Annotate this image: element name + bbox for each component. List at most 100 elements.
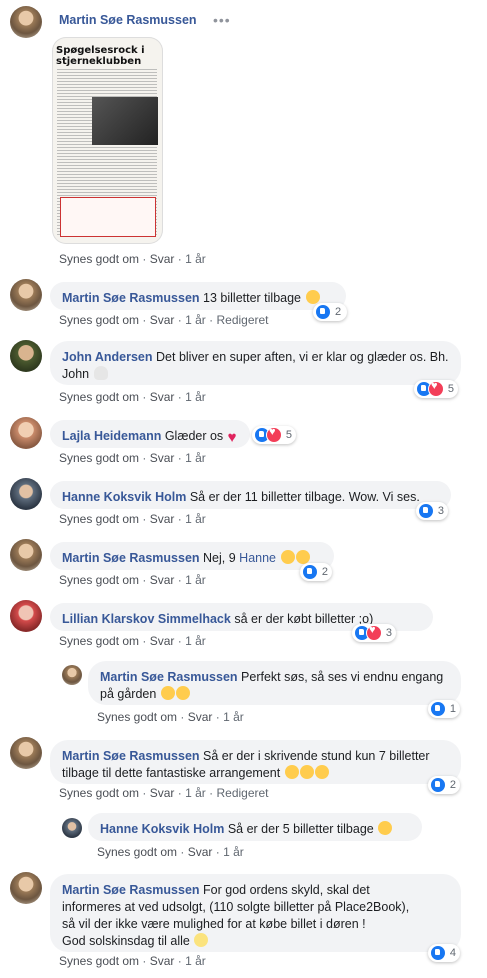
- emoji-icon: [299, 765, 314, 779]
- avatar[interactable]: [10, 279, 42, 311]
- reaction-count: 3: [385, 627, 392, 639]
- like-link[interactable]: Synes godt om: [59, 954, 139, 968]
- like-link[interactable]: Synes godt om: [59, 634, 139, 648]
- reactions-summary[interactable]: 1: [428, 700, 460, 718]
- avatar[interactable]: [10, 6, 42, 38]
- avatar[interactable]: [10, 340, 42, 372]
- timestamp[interactable]: 1 år: [185, 313, 206, 327]
- comment-author[interactable]: Martin Søe Rasmussen: [62, 749, 200, 763]
- comment-actions: Synes godt om · Svar · 1 år: [59, 634, 206, 648]
- more-options-icon[interactable]: •••: [213, 12, 231, 28]
- like-link[interactable]: Synes godt om: [59, 390, 139, 404]
- post-author-name[interactable]: Martin Søe Rasmussen: [59, 13, 197, 27]
- like-link[interactable]: Synes godt om: [59, 573, 139, 587]
- reaction-count: 5: [285, 429, 292, 441]
- timestamp[interactable]: 1 år: [185, 786, 206, 800]
- reply-link[interactable]: Svar: [150, 634, 175, 648]
- comment-actions: Synes godt om · Svar · 1 år: [97, 710, 244, 724]
- comment-actions: Synes godt om · Svar · 1 år · Redigeret: [59, 786, 269, 800]
- comment-author[interactable]: Martin Søe Rasmussen: [62, 291, 200, 305]
- reactions-summary[interactable]: 2: [300, 563, 332, 581]
- comment-text: så er der købt billetter ;o): [234, 612, 374, 626]
- edited-label[interactable]: Redigeret: [216, 786, 268, 800]
- love-reaction-icon: [265, 426, 282, 443]
- reply-link[interactable]: Svar: [150, 451, 175, 465]
- comment-actions: Synes godt om · Svar · 1 år: [59, 954, 206, 968]
- timestamp[interactable]: 1 år: [185, 451, 206, 465]
- comment-actions: Synes godt om · Svar · 1 år: [97, 845, 244, 859]
- emoji-icon: [314, 765, 329, 779]
- avatar[interactable]: [10, 417, 42, 449]
- comment-bubble: Martin Søe Rasmussen Nej, 9 Hanne: [50, 542, 334, 570]
- avatar[interactable]: [10, 737, 42, 769]
- clipping-headline: Spøgelsesrock i stjerneklubben: [56, 45, 145, 67]
- edited-label[interactable]: Redigeret: [216, 313, 268, 327]
- timestamp[interactable]: 1 år: [185, 954, 206, 968]
- mention-link[interactable]: Hanne: [239, 551, 276, 565]
- like-link[interactable]: Synes godt om: [59, 252, 139, 266]
- comment-text-line: så vil der ikke være mulighed for at køb…: [62, 917, 366, 931]
- reactions-summary[interactable]: 2: [313, 303, 347, 321]
- like-reaction-icon: [315, 304, 331, 320]
- like-link[interactable]: Synes godt om: [97, 710, 177, 724]
- emoji-icon: [160, 686, 175, 700]
- reaction-count: 2: [321, 566, 328, 578]
- comment-author[interactable]: John Andersen: [62, 350, 153, 364]
- reply-link[interactable]: Svar: [150, 786, 175, 800]
- avatar[interactable]: [62, 665, 82, 685]
- comment-actions: Synes godt om · Svar · 1 år: [59, 451, 206, 465]
- reply-link[interactable]: Svar: [188, 845, 213, 859]
- timestamp[interactable]: 1 år: [185, 634, 206, 648]
- comment-author[interactable]: Hanne Koksvik Holm: [100, 822, 224, 836]
- avatar[interactable]: [62, 818, 82, 838]
- ghost-emoji-icon: [93, 366, 108, 380]
- reactions-summary[interactable]: 5: [252, 426, 296, 444]
- comment-author[interactable]: Hanne Koksvik Holm: [62, 490, 186, 504]
- avatar[interactable]: [10, 478, 42, 510]
- comment-author[interactable]: Lajla Heidemann: [62, 429, 161, 443]
- heart-emoji-icon: ♥: [227, 429, 237, 446]
- clipping-fact-box: [60, 197, 156, 237]
- reactions-summary[interactable]: 2: [428, 776, 460, 794]
- comment-text: Så er der 11 billetter tilbage. Wow. Vi …: [189, 490, 420, 504]
- reaction-count: 2: [449, 779, 456, 791]
- reactions-summary[interactable]: 5: [414, 380, 458, 398]
- timestamp[interactable]: 1 år: [223, 710, 244, 724]
- comment-actions: Synes godt om · Svar · 1 år: [59, 390, 206, 404]
- newspaper-clipping-image[interactable]: Spøgelsesrock i stjerneklubben: [52, 37, 163, 244]
- timestamp[interactable]: 1 år: [223, 845, 244, 859]
- reactions-summary[interactable]: 3: [416, 502, 448, 520]
- comment-author[interactable]: Lillian Klarskov Simmelhack: [62, 612, 231, 626]
- reply-link[interactable]: Svar: [150, 512, 175, 526]
- avatar[interactable]: [10, 872, 42, 904]
- reply-link[interactable]: Svar: [150, 573, 175, 587]
- timestamp[interactable]: 1 år: [185, 512, 206, 526]
- like-reaction-icon: [430, 945, 446, 961]
- avatar[interactable]: [10, 600, 42, 632]
- reactions-summary[interactable]: 4: [428, 944, 460, 962]
- timestamp[interactable]: 1 år: [185, 573, 206, 587]
- comment-author[interactable]: Martin Søe Rasmussen: [100, 670, 238, 684]
- reply-link[interactable]: Svar: [150, 954, 175, 968]
- like-link[interactable]: Synes godt om: [97, 845, 177, 859]
- comment-text: Glæder os: [164, 429, 224, 443]
- reactions-summary[interactable]: 3: [352, 624, 396, 642]
- reaction-count: 1: [449, 703, 456, 715]
- like-link[interactable]: Synes godt om: [59, 451, 139, 465]
- like-link[interactable]: Synes godt om: [59, 313, 139, 327]
- reply-link[interactable]: Svar: [150, 252, 175, 266]
- like-reaction-icon: [418, 503, 434, 519]
- comment-text: Så er der 5 billetter tilbage: [227, 822, 374, 836]
- avatar[interactable]: [10, 539, 42, 571]
- timestamp[interactable]: 1 år: [185, 390, 206, 404]
- comment-author[interactable]: Martin Søe Rasmussen: [62, 551, 200, 565]
- like-link[interactable]: Synes godt om: [59, 786, 139, 800]
- comment-author[interactable]: Martin Søe Rasmussen: [62, 883, 200, 897]
- reply-link[interactable]: Svar: [150, 313, 175, 327]
- reply-link[interactable]: Svar: [150, 390, 175, 404]
- timestamp[interactable]: 1 år: [185, 252, 206, 266]
- comment-text-line: For god ordens skyld, skal det: [203, 883, 370, 897]
- reaction-count: 4: [449, 947, 456, 959]
- reply-link[interactable]: Svar: [188, 710, 213, 724]
- like-link[interactable]: Synes godt om: [59, 512, 139, 526]
